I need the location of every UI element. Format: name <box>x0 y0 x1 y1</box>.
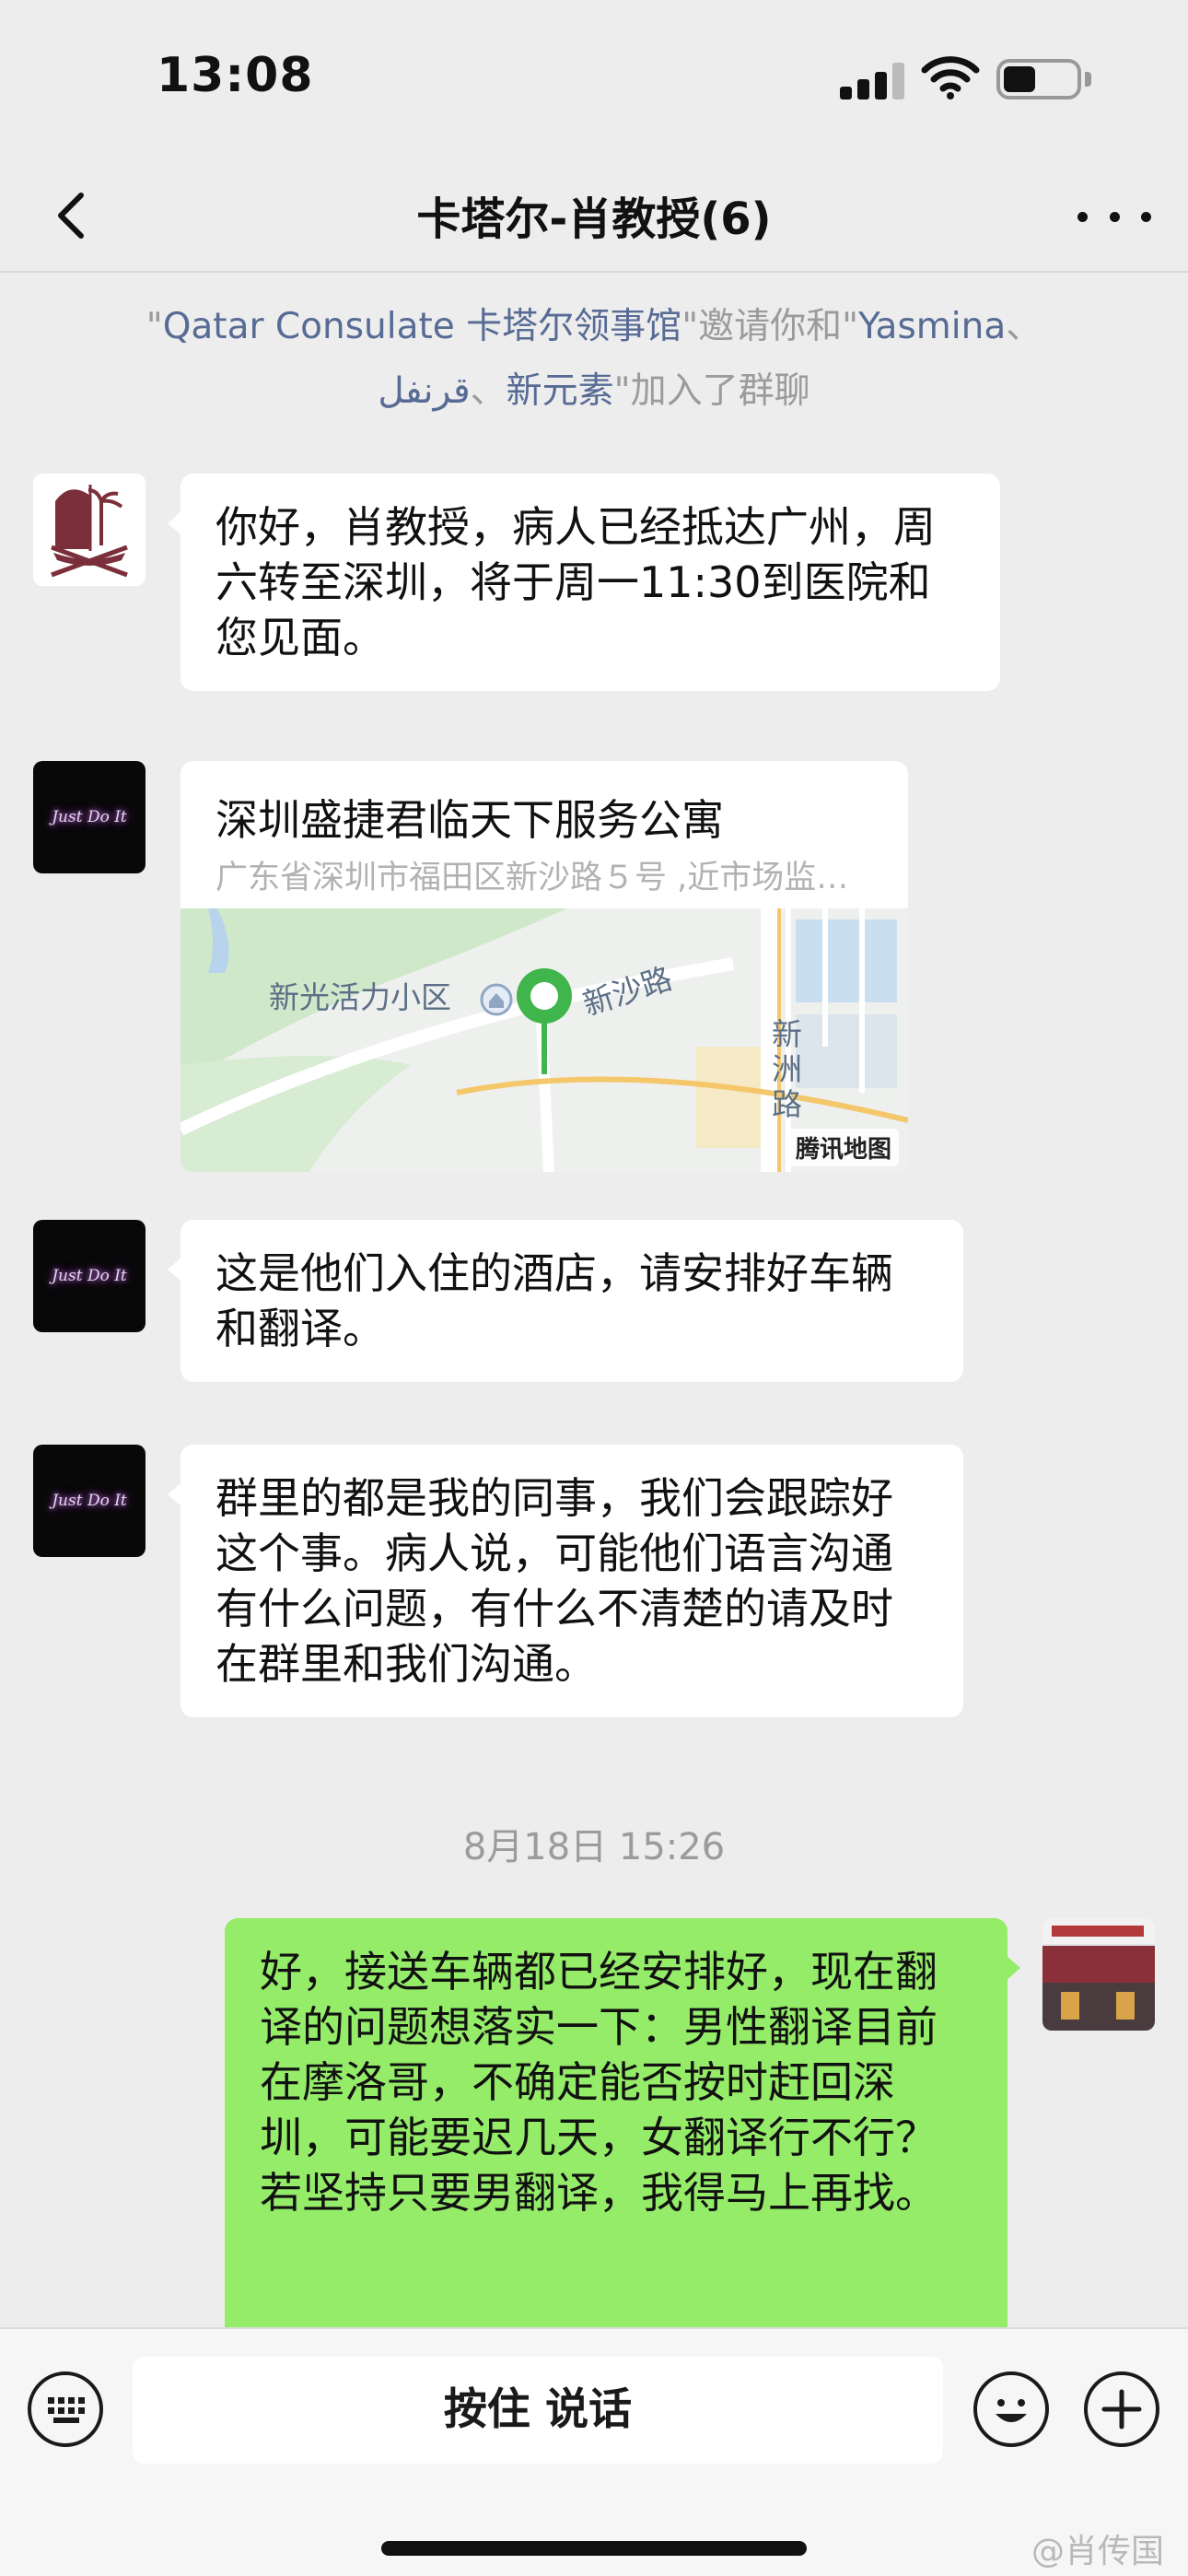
location-address: 广东省深圳市福田区新沙路５号 ,近市场监… <box>215 860 849 896</box>
emoji-button[interactable] <box>973 2371 1049 2447</box>
member-link[interactable]: 新元素 <box>507 370 614 412</box>
more-options-button[interactable] <box>1077 184 1151 249</box>
emoji-icon <box>996 2399 1027 2422</box>
battery-icon <box>996 59 1081 100</box>
more-dots-icon <box>1077 211 1088 222</box>
message-text: 这是他们入住的酒店，请安排好车辆和翻译。 <box>215 1248 893 1353</box>
hold-to-talk-button[interactable]: 按住 说话 <box>133 2357 943 2464</box>
qatar-emblem-avatar[interactable] <box>33 474 146 586</box>
chat-timestamp: 8月18日 15:26 <box>462 1826 726 1868</box>
home-indicator[interactable] <box>381 2541 807 2556</box>
chat-title: 卡塔尔-肖教授(6) <box>416 193 772 245</box>
keyboard-icon <box>48 2397 85 2423</box>
map-label-road: 新洲路 <box>772 1016 802 1122</box>
more-functions-button[interactable] <box>1084 2371 1159 2447</box>
input-bar: 按住 说话 <box>0 2327 1188 2576</box>
message-text: 你好，肖教授，病人已经抵达广州，周六转至深圳，将于周一11:30到医院和您见面。 <box>215 502 936 662</box>
location-map[interactable]: 新光活力小区 新沙路 新洲路 腾讯地图 <box>181 908 908 1172</box>
map-label-community: 新光活力小区 <box>269 979 451 1015</box>
location-title: 深圳盛捷君临天下服务公寓 <box>215 795 724 845</box>
wifi-icon <box>921 56 980 100</box>
keyboard-toggle-button[interactable] <box>28 2371 103 2447</box>
message-bubble[interactable]: 你好，肖教授，病人已经抵达广州，周六转至深圳，将于周一11:30到医院和您见面。 <box>168 474 1000 691</box>
group-join-notice: "Qatar Consulate 卡塔尔领事馆"邀请你和"Yasmina、 قرن… <box>146 306 1042 412</box>
member-link[interactable]: Yasmina <box>858 306 1006 347</box>
inviter-link[interactable]: Qatar Consulate 卡塔尔领事馆 <box>163 306 681 347</box>
watermark: @肖传国 <box>1031 2533 1164 2570</box>
just-do-it-avatar[interactable]: Just Do It <box>33 1445 146 1557</box>
member-link[interactable]: قرنفل <box>378 370 470 412</box>
self-avatar[interactable] <box>1042 1918 1155 2031</box>
status-time: 13:08 <box>157 48 314 103</box>
message-bubble[interactable]: 群里的都是我的同事，我们会跟踪好这个事。病人说，可能他们语言沟通有什么问题，有什… <box>168 1445 963 1717</box>
map-brand-label: 腾讯地图 <box>787 1129 899 1166</box>
just-do-it-avatar[interactable]: Just Do It <box>33 761 146 873</box>
self-message-bubble[interactable]: 好，接送车辆都已经安排好，现在翻译的问题想落实一下：男性翻译目前在摩洛哥，不确定… <box>225 1918 1020 2342</box>
cellular-signal-icon <box>840 63 904 100</box>
message-text: 群里的都是我的同事，我们会跟踪好这个事。病人说，可能他们语言沟通有什么问题，有什… <box>215 1473 893 1689</box>
just-do-it-avatar[interactable]: Just Do It <box>33 1220 146 1332</box>
message-bubble[interactable]: 这是他们入住的酒店，请安排好车辆和翻译。 <box>168 1220 963 1382</box>
plus-icon <box>1101 2389 1142 2430</box>
message-text: 好，接送车辆都已经安排好，现在翻译的问题想落实一下：男性翻译目前在摩洛哥，不确定… <box>260 1947 938 2218</box>
status-bar: 13:08 <box>0 0 1188 157</box>
chat-header: 卡塔尔-肖教授(6) <box>0 157 1188 273</box>
location-card[interactable]: 深圳盛捷君临天下服务公寓 广东省深圳市福田区新沙路５号 ,近市场监… 新光活力小… <box>181 761 908 1172</box>
